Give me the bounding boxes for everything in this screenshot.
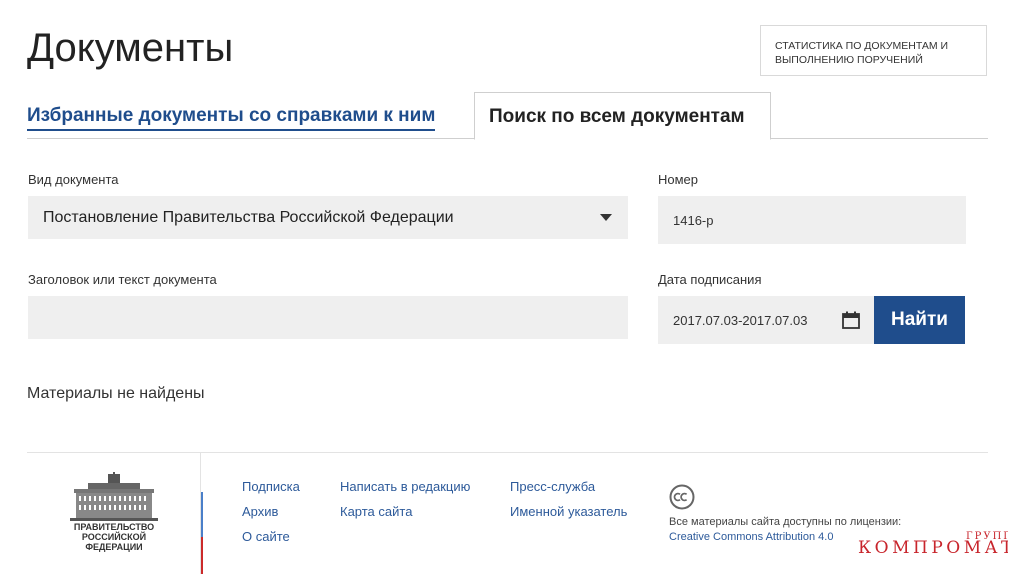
government-logo[interactable]: Правительство Российской Федерации [62, 472, 166, 562]
tab-favorite-documents[interactable]: Избранные документы со справками к ним [27, 104, 436, 131]
footer-link-name-index[interactable]: Именной указатель [510, 504, 627, 520]
footer-link-subscription[interactable]: Подписка [242, 479, 300, 495]
footer-link-press-service[interactable]: Пресс-служба [510, 479, 595, 495]
calendar-icon[interactable] [842, 311, 860, 329]
date-label: Дата подписания [658, 272, 762, 287]
license-link[interactable]: Creative Commons Attribution 4.0 [669, 530, 833, 544]
chevron-down-icon [600, 214, 612, 221]
footer-flag-stripe-red [201, 537, 203, 574]
footer-link-sitemap[interactable]: Карта сайта [340, 504, 412, 520]
no-results-message: Материалы не найдены [27, 385, 205, 402]
tab-search-all-documents[interactable]: Поиск по всем документам [474, 92, 771, 140]
text-search-input[interactable] [28, 296, 628, 339]
creative-commons-icon [669, 484, 695, 510]
government-logo-line3: Федерации [85, 542, 143, 552]
watermark-word: КОМПРОМАТ [858, 538, 1008, 558]
statistics-link-button[interactable]: Статистика по документам и выполнению по… [760, 25, 987, 76]
doc-type-select[interactable]: Постановление Правительства Российской Ф… [28, 196, 628, 239]
footer-divider [27, 452, 988, 453]
doc-type-selected-value: Постановление Правительства Российской Ф… [43, 209, 454, 226]
footer-link-archive[interactable]: Архив [242, 504, 278, 520]
footer-flag-stripe-blue [201, 492, 203, 537]
government-logo-line1: Правительство [73, 522, 155, 532]
number-label: Номер [658, 172, 699, 187]
page-title: Документы [27, 26, 234, 70]
doc-type-label: Вид документа [28, 172, 119, 187]
find-button[interactable]: Найти [874, 296, 965, 344]
government-building-icon [70, 472, 158, 521]
footer-link-write-editors[interactable]: Написать в редакцию [340, 479, 470, 495]
government-logo-line2: Российской [81, 532, 147, 542]
kompromat-watermark-logo: ГРУПП КОМПРОМАТ [858, 531, 1008, 558]
footer-link-about[interactable]: О сайте [242, 529, 290, 545]
text-search-label: Заголовок или текст документа [28, 272, 217, 287]
statistics-link-line1: Статистика по документам и [775, 40, 949, 52]
statistics-link-line2: выполнению поручений [775, 54, 923, 66]
license-text: Все материалы сайта доступны по лицензии… [669, 516, 902, 528]
number-input[interactable] [658, 196, 966, 244]
